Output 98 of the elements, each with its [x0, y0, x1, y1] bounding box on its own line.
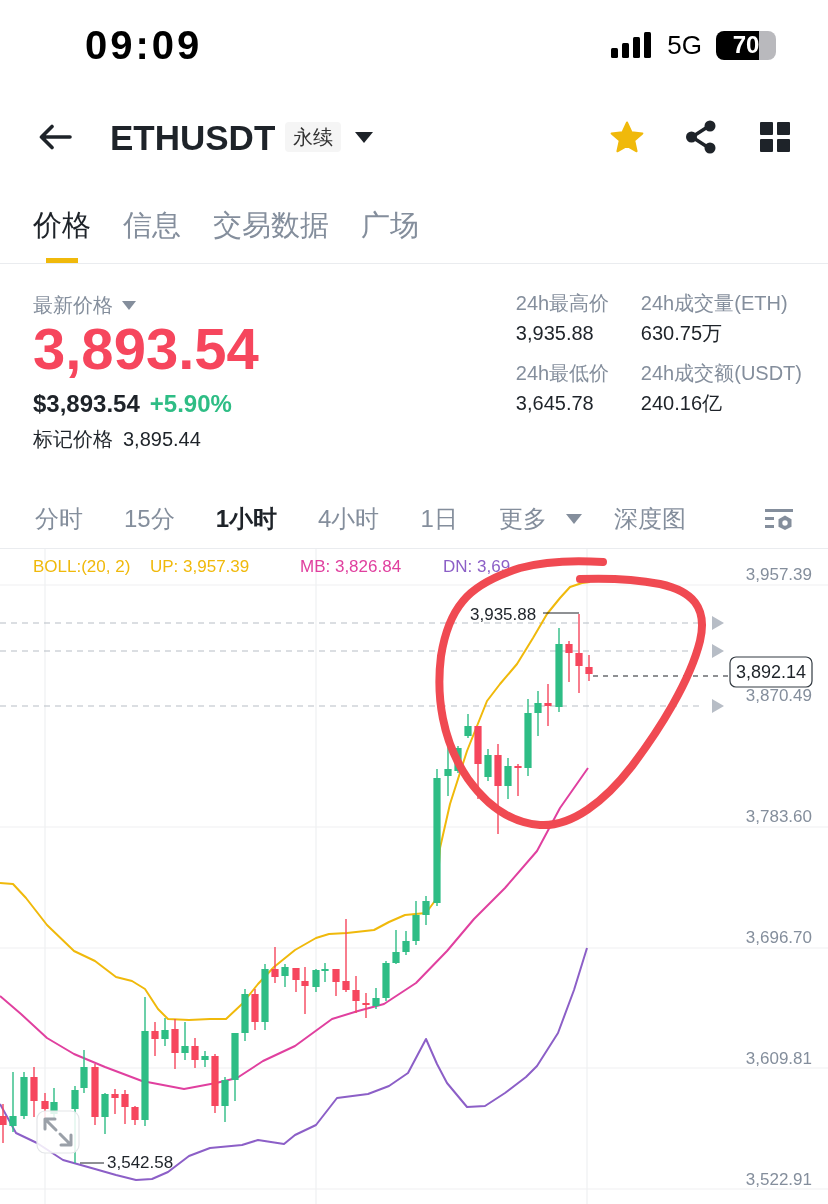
- status-time: 09:09: [85, 25, 203, 65]
- stat-label: 24h最低价: [515, 361, 610, 385]
- price-axis-label: 3,522.91: [745, 1170, 812, 1189]
- price-axis-label: 3,696.70: [745, 928, 812, 947]
- candlestick: [241, 989, 249, 1041]
- contract-type-badge: 永续: [285, 122, 342, 152]
- tab[interactable]: 广场: [361, 208, 419, 263]
- price-axis-label: 3,870.49: [745, 686, 812, 705]
- candlestick: [261, 964, 269, 1030]
- candlestick: [161, 1018, 169, 1046]
- candlestick: [201, 1051, 209, 1067]
- candlestick: [131, 1106, 139, 1125]
- candlestick: [444, 746, 452, 796]
- candlestick: [412, 901, 420, 945]
- interval-tab[interactable]: 深度图: [613, 504, 686, 534]
- candlestick: [151, 1022, 159, 1056]
- triangle-marker-icon[interactable]: [712, 644, 724, 658]
- last-price: 3,893.54: [33, 320, 259, 378]
- grid-icon[interactable]: [760, 122, 790, 152]
- price-axis-label: 3,609.81: [745, 1049, 812, 1068]
- candlestick: [91, 1064, 99, 1125]
- share-icon[interactable]: [685, 120, 717, 154]
- usd-price: $3,893.54: [33, 390, 140, 418]
- candlestick: [372, 988, 380, 1009]
- leader-line: [542, 612, 580, 614]
- candlestick: [191, 1038, 199, 1068]
- candlestick: [382, 961, 390, 1001]
- last-price-tag[interactable]: 3,892.14: [729, 656, 813, 688]
- triangle-marker-icon[interactable]: [712, 699, 724, 713]
- candlestick: [231, 1033, 239, 1101]
- candlestick: [534, 691, 542, 736]
- candlestick: [352, 976, 360, 1013]
- stat-label: 24h最高价: [515, 291, 610, 315]
- band-value: MB: 3,826.84: [300, 557, 402, 576]
- candlestick: [111, 1089, 119, 1114]
- candlestick: [544, 684, 552, 726]
- price-axis-label: 3,957.39: [745, 565, 812, 584]
- stat-label: 24h成交额(USDT): [640, 361, 802, 385]
- candlestick: [484, 749, 492, 781]
- candlestick: [0, 1104, 7, 1143]
- candlestick: [565, 641, 573, 682]
- candlestick: [20, 1072, 28, 1119]
- signal-icon: [611, 32, 654, 58]
- back-icon[interactable]: [38, 124, 72, 150]
- stat-value: 3,935.88: [515, 321, 594, 345]
- candlestick: [211, 1054, 219, 1113]
- interval-tab[interactable]: 1小时: [215, 504, 278, 534]
- more-dropdown[interactable]: 更多: [498, 504, 582, 534]
- last-price-label: 最新价格: [33, 293, 113, 317]
- symbol-title[interactable]: ETHUSDT: [110, 119, 276, 155]
- caret-icon: [565, 514, 582, 524]
- price-change: +5.90%: [149, 390, 232, 418]
- tab[interactable]: 价格: [33, 208, 91, 263]
- stat-label: 24h成交量(ETH): [640, 291, 788, 315]
- triangle-marker-icon[interactable]: [712, 616, 724, 630]
- interval-tab[interactable]: 1日: [420, 504, 458, 534]
- tab[interactable]: 信息: [123, 208, 181, 263]
- candlestick: [402, 931, 410, 955]
- candlestick: [181, 1022, 189, 1060]
- stat-value: 240.16亿: [640, 391, 723, 415]
- candlestick: [101, 1093, 109, 1134]
- price-axis-label: 3,783.60: [745, 807, 812, 826]
- low-price-label: 3,542.58: [107, 1153, 174, 1172]
- indicator-label: BOLL:(20, 2): [33, 557, 131, 576]
- candlestick: [271, 947, 279, 983]
- caret-icon[interactable]: [355, 131, 374, 143]
- battery-indicator: 70: [716, 30, 776, 60]
- high-price-label: 3,935.88: [470, 605, 537, 624]
- candlestick: [514, 764, 522, 796]
- interval-tab[interactable]: 分时: [35, 504, 83, 534]
- candlestick: [454, 746, 462, 773]
- candlestick: [464, 714, 472, 738]
- candlestick: [30, 1067, 38, 1117]
- network-type: 5G: [667, 32, 702, 58]
- candlestick: [121, 1090, 129, 1124]
- expand-icon[interactable]: [36, 1110, 80, 1154]
- interval-tab[interactable]: 15分: [124, 504, 175, 534]
- candlestick: [332, 969, 340, 996]
- candlestick: [171, 1019, 179, 1069]
- stat-value: 630.75万: [640, 321, 723, 345]
- candlestick: [392, 930, 400, 964]
- mark-price-label: 标记价格: [33, 427, 113, 451]
- candlestick: [251, 989, 259, 1030]
- candlestick: [362, 993, 370, 1018]
- interval-tab[interactable]: 4小时: [318, 504, 380, 534]
- candlestick: [504, 758, 512, 799]
- chart-settings-icon[interactable]: [765, 508, 793, 530]
- stat-value: 3,645.78: [515, 391, 594, 415]
- candlestick: [221, 1077, 229, 1122]
- mark-price-value: 3,895.44: [123, 427, 201, 451]
- tab[interactable]: 交易数据: [213, 208, 329, 263]
- candlestick: [422, 896, 430, 925]
- band-value: UP: 3,957.39: [150, 557, 250, 576]
- star-icon[interactable]: [610, 121, 644, 153]
- leader-line: [79, 1162, 105, 1164]
- candlestick: [281, 964, 289, 987]
- candlestick: [585, 655, 593, 681]
- candlestick: [9, 1072, 17, 1132]
